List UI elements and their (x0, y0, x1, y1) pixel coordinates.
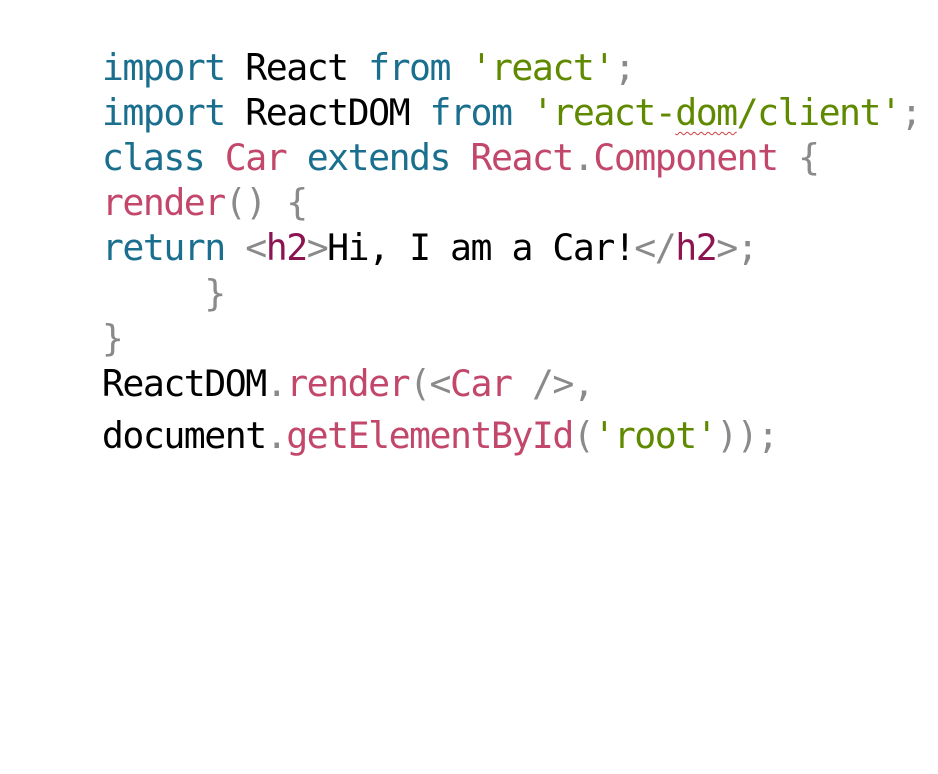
punctuation-token: ( (572, 414, 595, 457)
punctuation-token: { (798, 136, 820, 179)
punctuation-token: >; (716, 226, 758, 269)
code-snippet-page: { "code_lines": [ { "tokens": [ {"type":… (0, 0, 938, 457)
punctuation-token: > (306, 226, 329, 269)
code-line: ReactDOM.render(<Car />, (20, 318, 595, 405)
code-line: render() { (20, 137, 308, 224)
punctuation-token: . (265, 414, 288, 457)
string-token: 'root' (593, 414, 717, 457)
punctuation-token: < (245, 226, 267, 269)
code-line: import React from 'react'; (20, 2, 636, 89)
code-line: import ReactDOM from 'react-dom/client'; (20, 47, 923, 134)
punctuation-token: . (572, 136, 595, 179)
punctuation-token: </ (634, 226, 676, 269)
identifier-token: React (470, 136, 575, 179)
text-token: document (101, 414, 267, 457)
code-block: import React from 'react'; import ReactD… (20, 0, 930, 774)
code-line: document.getElementById('root')); (20, 370, 779, 457)
tag-token: h2 (265, 226, 308, 269)
punctuation-token: ; (900, 91, 922, 134)
punctuation-token: } (204, 272, 226, 315)
tag-token: h2 (675, 226, 717, 269)
code-line: class Car extends React.Component { (20, 92, 820, 179)
punctuation-token: )); (716, 414, 779, 457)
code-line: } (20, 228, 226, 315)
code-line: return <h2>Hi, I am a Car!</h2>; (20, 182, 759, 269)
identifier-token: getElementById (286, 414, 574, 457)
text-token: Hi, I am a Car! (327, 226, 636, 269)
keyword-token: extends (306, 136, 452, 179)
code-line: } (20, 273, 124, 360)
identifier-token: Component (593, 136, 779, 179)
